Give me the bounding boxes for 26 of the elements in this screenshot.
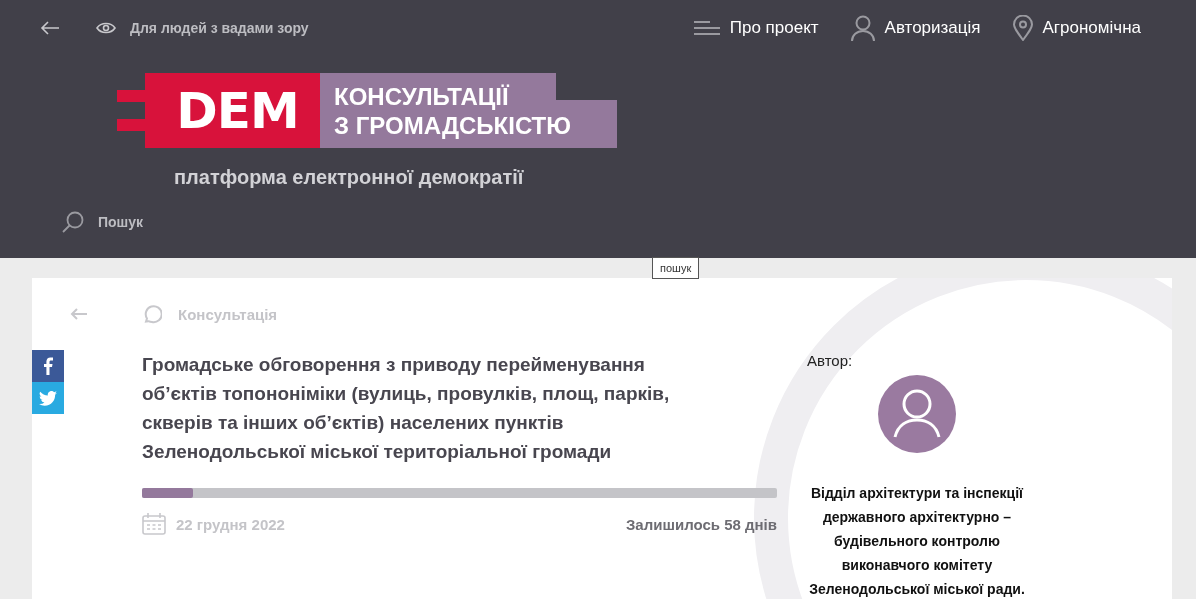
calendar-icon: [142, 513, 166, 535]
menu-icon: [693, 20, 720, 36]
search-field[interactable]: Пошук: [96, 213, 216, 231]
logo-mark: DEM: [155, 73, 320, 148]
author-label: Автор:: [807, 352, 853, 369]
search-icon: [62, 211, 84, 233]
days-remaining: Залишилось 58 днів: [625, 515, 777, 533]
nav-link[interactable]: Авторизація: [850, 15, 981, 41]
nav-link[interactable]: Агрономічна: [1012, 15, 1141, 41]
facebook-share-icon[interactable]: [32, 350, 64, 382]
accessibility-link[interactable]: Для людей з вадами зору: [96, 20, 309, 36]
tagline: платформа електронної демократії: [174, 166, 525, 189]
eye-icon: [96, 22, 116, 34]
speech-bubble-icon: [142, 304, 162, 324]
logo-stripes-icon: [117, 73, 155, 148]
logo-banner: КОНСУЛЬТАЦІЇ З ГРОМАДСЬКІСТЮ: [320, 73, 617, 148]
consultation-type: Консультація: [178, 305, 278, 323]
author-name: Відділ архітектури та інспекції державного архітектурно – будівельного контролю виконавчого комітету Зеленодольської міської ради.: [808, 484, 1026, 599]
location-pin-icon: [1012, 15, 1033, 41]
tooltip: пошук: [652, 257, 700, 279]
user-icon: [850, 15, 875, 41]
consultation-title: Громадське обговорення з приводу перейменування об’єктів топононіміки (вулиць, провулків, площ, парків, скверів та інших об’єктів) населених пунктів Зеленодольської міської територіальної громади: [142, 353, 671, 464]
avatar-icon: [878, 375, 956, 453]
back-arrow-icon[interactable]: [40, 21, 60, 35]
nav-link[interactable]: Про проект: [693, 18, 819, 38]
start-date: 22 грудня 2022: [176, 515, 285, 533]
